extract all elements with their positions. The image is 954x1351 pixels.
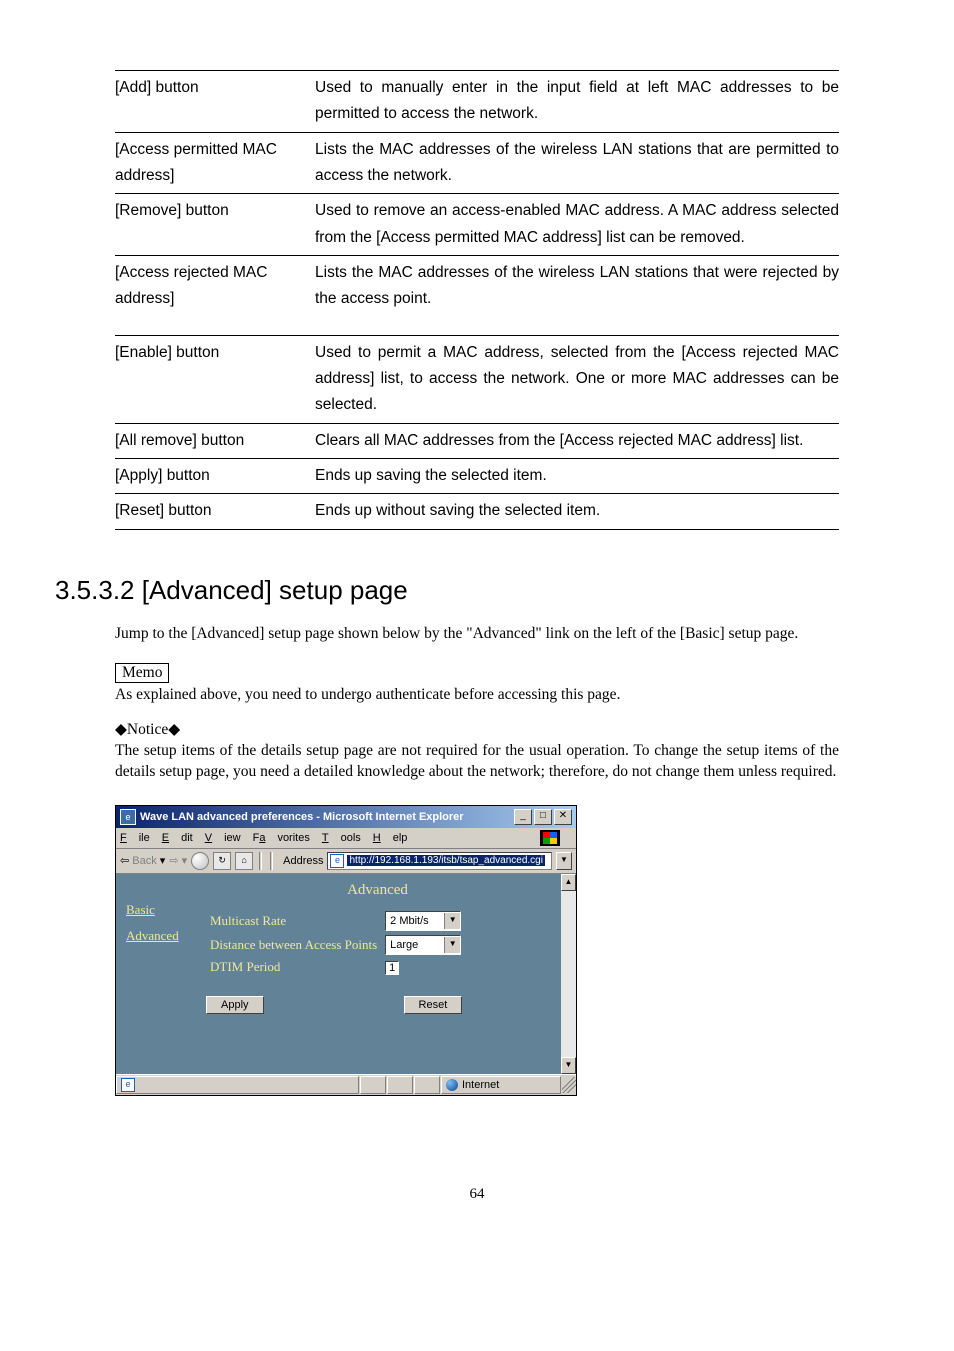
param-desc: Used to manually enter in the input fiel… (315, 71, 839, 133)
table-row: [Apply] button Ends up saving the select… (115, 459, 839, 494)
multicast-rate-select[interactable]: 2 Mbit/s ▼ (385, 911, 461, 931)
titlebar: e Wave LAN advanced preferences - Micros… (116, 806, 576, 828)
multicast-rate-label: Multicast Rate (206, 909, 381, 933)
table-row: [Access rejected MAC address] Lists the … (115, 256, 839, 336)
notice-text: The setup items of the details setup pag… (115, 741, 839, 783)
status-zone: Internet (441, 1076, 561, 1094)
memo-label: Memo (115, 663, 169, 683)
param-name: [Access permitted MAC address] (115, 132, 315, 194)
distance-label: Distance between Access Points (206, 933, 381, 957)
refresh-icon[interactable]: ↻ (213, 852, 231, 870)
apply-button[interactable]: Apply (206, 996, 264, 1014)
page-icon: e (330, 854, 344, 868)
param-desc: Ends up saving the selected item. (315, 459, 839, 494)
minimize-button[interactable]: _ (514, 809, 532, 825)
table-row: [Reset] button Ends up without saving th… (115, 494, 839, 529)
scroll-track[interactable] (561, 891, 576, 1057)
address-dropdown-icon[interactable]: ▼ (556, 852, 572, 870)
status-page-icon: e (121, 1078, 135, 1092)
param-name: [Apply] button (115, 459, 315, 494)
sidebar-link-basic[interactable]: Basic (126, 902, 198, 918)
close-button[interactable]: ✕ (554, 809, 572, 825)
param-desc: Clears all MAC addresses from the [Acces… (315, 423, 839, 458)
globe-icon (446, 1079, 458, 1091)
address-field[interactable]: e http://192.168.1.193/itsb/tsap_advance… (327, 852, 552, 870)
distance-value: Large (386, 939, 444, 951)
dtim-label: DTIM Period (206, 957, 381, 978)
toolbar-separator (259, 852, 262, 870)
dtim-input[interactable]: 1 (385, 961, 399, 975)
statusbar: e Internet (116, 1074, 576, 1095)
chevron-down-icon: ▼ (444, 913, 460, 929)
param-desc: Lists the MAC addresses of the wireless … (315, 256, 839, 336)
param-desc: Used to permit a MAC address, selected f… (315, 335, 839, 423)
menubar: File Edit View Favorites Tools Help (116, 828, 576, 849)
window-title: Wave LAN advanced preferences - Microsof… (140, 811, 514, 823)
param-desc: Used to remove an access-enabled MAC add… (315, 194, 839, 256)
table-row: [Access permitted MAC address] Lists the… (115, 132, 839, 194)
menu-tools[interactable]: Tools (322, 832, 361, 844)
menu-favorites[interactable]: Favorites (253, 832, 310, 844)
page-main: Advanced Multicast Rate 2 Mbit/s ▼ Dista… (202, 874, 561, 1074)
intro-text: Jump to the [Advanced] setup page shown … (115, 624, 839, 645)
parameter-table: [Add] button Used to manually enter in t… (115, 70, 839, 530)
menu-file[interactable]: File (120, 832, 150, 844)
param-name: [Remove] button (115, 194, 315, 256)
param-name: [Add] button (115, 71, 315, 133)
windows-logo-icon (540, 830, 560, 846)
stop-icon[interactable] (191, 852, 209, 870)
memo-text: As explained above, you need to undergo … (115, 685, 839, 706)
multicast-rate-value: 2 Mbit/s (386, 915, 444, 927)
sidebar-link-advanced[interactable]: Advanced (126, 928, 198, 944)
status-zone-label: Internet (462, 1079, 499, 1091)
table-row: [Remove] button Used to remove an access… (115, 194, 839, 256)
menu-view[interactable]: View (205, 832, 241, 844)
param-name: [All remove] button (115, 423, 315, 458)
menu-help[interactable]: Help (373, 832, 408, 844)
param-desc: Lists the MAC addresses of the wireless … (315, 132, 839, 194)
scroll-up-icon[interactable]: ▲ (561, 874, 576, 891)
maximize-button[interactable]: □ (534, 809, 552, 825)
vertical-scrollbar[interactable]: ▲ ▼ (561, 874, 576, 1074)
notice-label: ◆Notice◆ (115, 720, 839, 739)
status-cell (387, 1076, 413, 1094)
toolbar: ⇦ Back ▾ ⇨ ▾ ↻ ⌂ Address e http://192.16… (116, 849, 576, 874)
distance-select[interactable]: Large ▼ (385, 935, 461, 955)
table-row: [All remove] button Clears all MAC addre… (115, 423, 839, 458)
param-name: [Enable] button (115, 335, 315, 423)
address-url: http://192.168.1.193/itsb/tsap_advanced.… (347, 855, 544, 866)
resize-grip-icon[interactable] (562, 1077, 576, 1093)
browser-viewport: Basic Advanced Advanced Multicast Rate 2… (116, 874, 576, 1074)
param-desc: Ends up without saving the selected item… (315, 494, 839, 529)
table-row: [Add] button Used to manually enter in t… (115, 71, 839, 133)
chevron-down-icon: ▼ (444, 937, 460, 953)
status-cell (414, 1076, 440, 1094)
param-name: [Reset] button (115, 494, 315, 529)
panel-title: Advanced (206, 882, 549, 899)
ie-app-icon: e (120, 809, 136, 825)
menu-edit[interactable]: Edit (162, 832, 193, 844)
back-button[interactable]: ⇦ Back ▾ (120, 854, 165, 867)
status-cell (360, 1076, 386, 1094)
status-cell: e (116, 1076, 359, 1094)
table-row: [Enable] button Used to permit a MAC add… (115, 335, 839, 423)
page-number: 64 (115, 1186, 839, 1203)
scroll-down-icon[interactable]: ▼ (561, 1057, 576, 1074)
page-sidebar: Basic Advanced (116, 874, 202, 1074)
address-label: Address (283, 855, 323, 867)
forward-button[interactable]: ⇨ ▾ (169, 854, 187, 867)
section-heading: 3.5.3.2 [Advanced] setup page (55, 575, 839, 606)
param-name: [Access rejected MAC address] (115, 256, 315, 336)
home-icon[interactable]: ⌂ (235, 852, 253, 870)
browser-window: e Wave LAN advanced preferences - Micros… (115, 805, 577, 1096)
toolbar-separator (270, 852, 273, 870)
reset-button[interactable]: Reset (404, 996, 463, 1014)
